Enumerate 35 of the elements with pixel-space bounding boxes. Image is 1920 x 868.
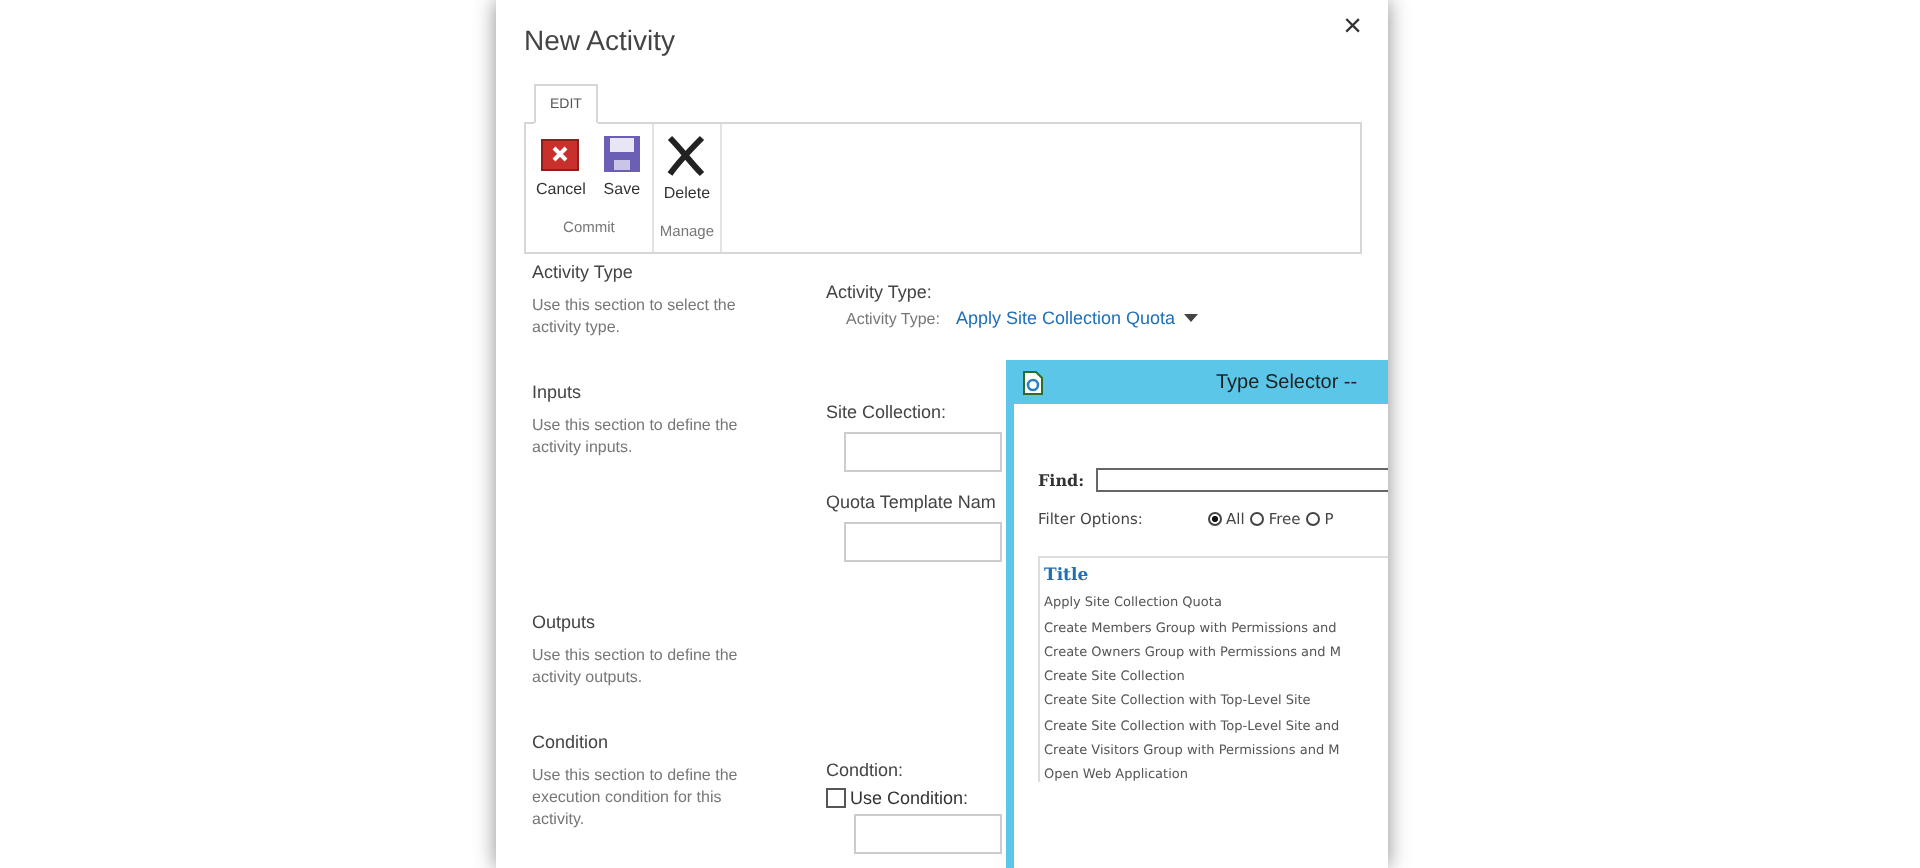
section-description: Use this section to define the activity inputs.	[532, 414, 740, 458]
activity-type-dropdown[interactable]: Apply Site Collection Quota	[955, 308, 1198, 328]
field-label: Activity Type:	[826, 282, 932, 302]
caret-icon	[1183, 314, 1198, 322]
section-title: Activity Type	[532, 262, 635, 282]
checkbox-label: Use Condition:	[850, 788, 969, 808]
cancel-button[interactable]: Cancel	[530, 130, 592, 202]
section-description: Use this section to define the activity outputs.	[532, 644, 740, 688]
field-sublabel: Activity Type:	[846, 309, 940, 327]
dialog-title: New Activity	[524, 22, 675, 56]
delete-button[interactable]: Delete	[657, 130, 717, 206]
find-label: Find:	[1038, 470, 1085, 490]
section-title: Inputs	[532, 382, 584, 402]
delete-x-icon	[664, 134, 709, 178]
field-label: Condtion:	[826, 760, 904, 780]
column-header[interactable]: Title	[1044, 566, 1388, 586]
checkbox[interactable]	[826, 788, 846, 808]
field-label: Quota Template Nam	[826, 492, 996, 512]
section-title: Outputs	[532, 612, 598, 632]
window-title: Type Selector --	[1216, 371, 1358, 393]
field-label: Site Collection:	[826, 402, 947, 422]
input-field[interactable]	[844, 432, 1002, 472]
section-description: Use this section to define the execution condition for this activity.	[532, 764, 740, 830]
radio-button[interactable]	[1250, 512, 1265, 526]
radio-button[interactable]	[1306, 512, 1321, 526]
browser-page-icon	[1022, 369, 1044, 395]
section-title: Condition	[532, 732, 611, 752]
section-description: Use this section to select the activity type.	[532, 294, 738, 338]
radio-button[interactable]	[1208, 512, 1222, 526]
close-button[interactable]: ×	[1343, 10, 1362, 66]
input-field[interactable]	[854, 814, 1002, 854]
save-button[interactable]: Save	[595, 130, 648, 202]
find-field[interactable]	[1096, 468, 1388, 492]
cancel-icon	[540, 134, 581, 174]
input-field[interactable]	[844, 522, 1002, 562]
